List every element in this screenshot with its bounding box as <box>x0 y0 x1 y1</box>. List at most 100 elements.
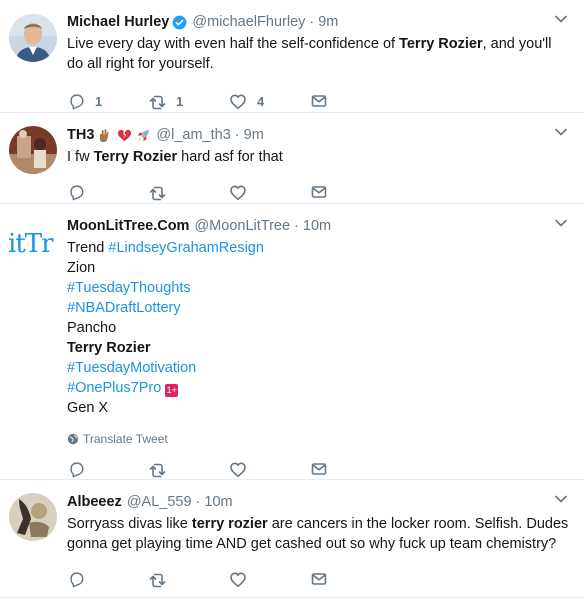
caret-down-icon[interactable] <box>554 494 568 504</box>
retweet-icon <box>149 186 166 201</box>
tweet-text: Trend #LindseyGrahamResign Zion #Tuesday… <box>67 238 570 418</box>
text-bold: Terry Rozier <box>93 149 178 165</box>
retweet-button[interactable] <box>148 460 229 478</box>
tweet[interactable]: Albeeez @AL_559 · 10m Sorryass divas lik… <box>0 480 584 598</box>
text-line: Pancho <box>67 320 117 336</box>
avatar[interactable] <box>9 493 57 541</box>
author-handle[interactable]: @l_am_th3 <box>156 125 230 145</box>
dm-icon <box>311 95 327 107</box>
translate-label: Translate Tweet <box>83 432 168 446</box>
broken-heart-icon <box>117 128 132 143</box>
retweet-icon <box>149 95 166 110</box>
text-part: Live every day with even half the self-c… <box>67 36 400 52</box>
author-name[interactable]: Michael Hurley <box>67 12 169 32</box>
reply-icon <box>70 462 84 478</box>
globe-icon <box>67 433 79 445</box>
separator-dot: · <box>294 218 299 234</box>
tweet[interactable]: itTr MoonLitTree.Com @MoonLitTree · 10m … <box>0 204 584 480</box>
hand-sign-icon <box>98 128 113 143</box>
caret-down-icon[interactable] <box>554 127 568 137</box>
tweet-time[interactable]: 9m <box>244 125 264 145</box>
separator-dot: · <box>309 14 315 30</box>
tweet-time[interactable]: 10m <box>204 492 232 512</box>
like-count: 4 <box>257 93 265 109</box>
author-handle[interactable]: @AL_559 <box>127 492 192 512</box>
tweet-text: I fw Terry Rozier hard asf for that <box>67 147 570 167</box>
dm-icon <box>311 573 327 585</box>
like-button[interactable] <box>229 183 310 201</box>
retweet-button[interactable]: 1 <box>148 92 229 110</box>
text-line: Trend #LindseyGrahamResign <box>67 238 570 258</box>
author-handle[interactable]: @MoonLitTree <box>194 216 290 236</box>
retweet-count: 1 <box>176 93 184 109</box>
dm-button[interactable] <box>310 92 391 110</box>
like-icon <box>230 185 246 200</box>
like-button[interactable] <box>229 460 310 478</box>
reply-button[interactable] <box>67 570 148 588</box>
avatar[interactable] <box>9 14 57 62</box>
dm-icon <box>311 186 327 198</box>
retweet-icon <box>149 463 166 478</box>
text-line: #OnePlus7Pro 1+ <box>67 378 570 398</box>
tweet-time[interactable]: 9m <box>318 12 338 32</box>
rocket-icon <box>136 128 151 143</box>
dm-button[interactable] <box>310 570 391 588</box>
hashtag-link[interactable]: #LindseyGrahamResign <box>108 240 264 256</box>
tweet-header: Michael Hurley @michaelFhurley · 9m <box>67 11 570 33</box>
text-bold: Terry Rozier <box>67 340 151 356</box>
translate-tweet-link[interactable]: Translate Tweet <box>67 430 570 448</box>
reply-icon <box>70 185 84 201</box>
like-icon <box>230 94 246 109</box>
tweet-text: Live every day with even half the self-c… <box>67 34 570 74</box>
avatar[interactable] <box>9 126 57 174</box>
text-line: Gen X <box>67 400 109 416</box>
tweet-text: Sorryass divas like terry rozier are can… <box>67 514 570 554</box>
like-button[interactable]: 4 <box>229 92 310 110</box>
text-bold: Terry Rozier <box>399 36 483 52</box>
reply-icon <box>70 572 84 588</box>
tweet[interactable]: TH3 @l_am_th3 · 9m I fw Terry Rozier har… <box>0 113 584 204</box>
hashtag-link[interactable]: #TuesdayMotivation <box>67 358 570 378</box>
hashtag-link[interactable]: #NBADraftLottery <box>67 298 570 318</box>
reply-button[interactable] <box>67 183 148 201</box>
dm-button[interactable] <box>310 460 391 478</box>
author-name[interactable]: Albeeez <box>67 492 122 512</box>
caret-down-icon[interactable] <box>554 218 568 228</box>
text-line: Zion <box>67 260 96 276</box>
author-name[interactable]: MoonLitTree.Com <box>67 216 189 236</box>
separator-dot: · <box>234 127 240 143</box>
text-part: Sorryass divas like <box>67 516 192 532</box>
text-part: Trend <box>67 240 109 256</box>
avatar[interactable]: itTr <box>8 224 60 264</box>
separator-dot: · <box>195 494 201 510</box>
caret-down-icon[interactable] <box>554 14 568 24</box>
tweet-header: Albeeez @AL_559 · 10m <box>67 491 570 513</box>
retweet-button[interactable] <box>148 183 229 201</box>
tweet-header: MoonLitTree.Com @MoonLitTree · 10m <box>67 215 570 237</box>
reply-icon <box>70 94 84 110</box>
like-button[interactable] <box>229 570 310 588</box>
dm-icon <box>311 463 327 475</box>
retweet-icon <box>149 573 166 588</box>
tweet-header: TH3 @l_am_th3 · 9m <box>67 124 570 146</box>
avatar-logo-text: itTr <box>8 229 54 259</box>
tweet-time[interactable]: 10m <box>303 216 331 236</box>
tweet-actions <box>67 562 570 596</box>
author-handle[interactable]: @michaelFhurley <box>192 12 305 32</box>
text-part: I fw <box>67 149 94 165</box>
hashtag-link[interactable]: #TuesdayThoughts <box>67 278 570 298</box>
tweet[interactable]: Michael Hurley @michaelFhurley · 9m Live… <box>0 0 584 113</box>
reply-button[interactable] <box>67 460 148 478</box>
like-icon <box>230 572 246 588</box>
reply-count: 1 <box>95 93 103 109</box>
dm-button[interactable] <box>310 183 391 201</box>
like-icon <box>230 462 246 478</box>
oneplus-logo-icon: 1+ <box>165 383 179 397</box>
text-part: hard asf for that <box>177 149 283 165</box>
author-name[interactable]: TH3 <box>67 125 94 145</box>
hashtag-link[interactable]: #OnePlus7Pro <box>67 380 161 396</box>
reply-button[interactable]: 1 <box>67 92 148 110</box>
verified-icon <box>172 15 187 29</box>
text-bold: terry rozier <box>191 516 268 532</box>
retweet-button[interactable] <box>148 570 229 588</box>
